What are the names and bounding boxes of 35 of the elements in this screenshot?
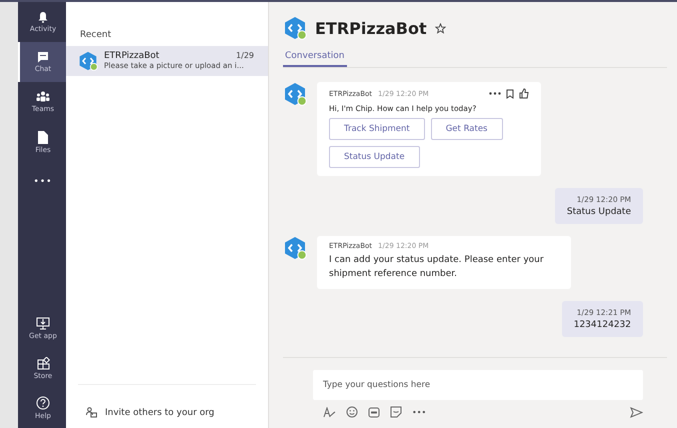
card-action-button[interactable]: Status Update <box>329 146 420 168</box>
more-options-button[interactable]: ••• <box>412 408 426 416</box>
more-icon[interactable] <box>489 92 501 95</box>
card-action-button[interactable]: Track Shipment <box>329 118 425 140</box>
download-icon <box>36 316 50 330</box>
chat-date: 1/29 <box>236 51 254 61</box>
emoji-icon[interactable] <box>346 406 358 418</box>
conversation-tab[interactable]: Conversation <box>283 48 347 67</box>
rail-item[interactable]: ••• <box>18 162 66 202</box>
thumbs-up-icon[interactable] <box>519 88 529 99</box>
people-icon <box>86 407 97 418</box>
invite-link[interactable]: Invite others to your org <box>78 384 256 428</box>
message-text: 1234124232 <box>574 320 631 330</box>
bot-avatar-icon <box>78 51 98 71</box>
help-icon <box>36 396 50 410</box>
message-text: Status Update <box>566 207 631 218</box>
bookmark-icon[interactable] <box>506 88 514 98</box>
bot-avatar-icon <box>283 16 307 40</box>
message-input-field[interactable]: Type your questions here <box>313 370 643 400</box>
message-text: I can add your status update. Please enter your shipment reference number. <box>329 254 545 281</box>
format-icon[interactable] <box>323 406 336 418</box>
card-action-button[interactable]: Get Rates <box>430 118 502 140</box>
store-icon <box>36 356 50 370</box>
people-icon <box>36 91 50 103</box>
chat-title: ETRPizzaBot <box>315 18 427 38</box>
file-icon <box>38 130 48 144</box>
bell-icon <box>37 11 49 23</box>
star-icon[interactable] <box>434 22 446 34</box>
bot-avatar-icon <box>283 82 307 106</box>
chat-name: ETRPizzaBot <box>104 51 160 61</box>
send-icon[interactable] <box>630 406 643 418</box>
bot-avatar-icon <box>283 236 307 260</box>
sticker-icon[interactable] <box>390 406 402 418</box>
list-heading: Recent <box>79 29 112 42</box>
chat-icon <box>37 51 49 63</box>
